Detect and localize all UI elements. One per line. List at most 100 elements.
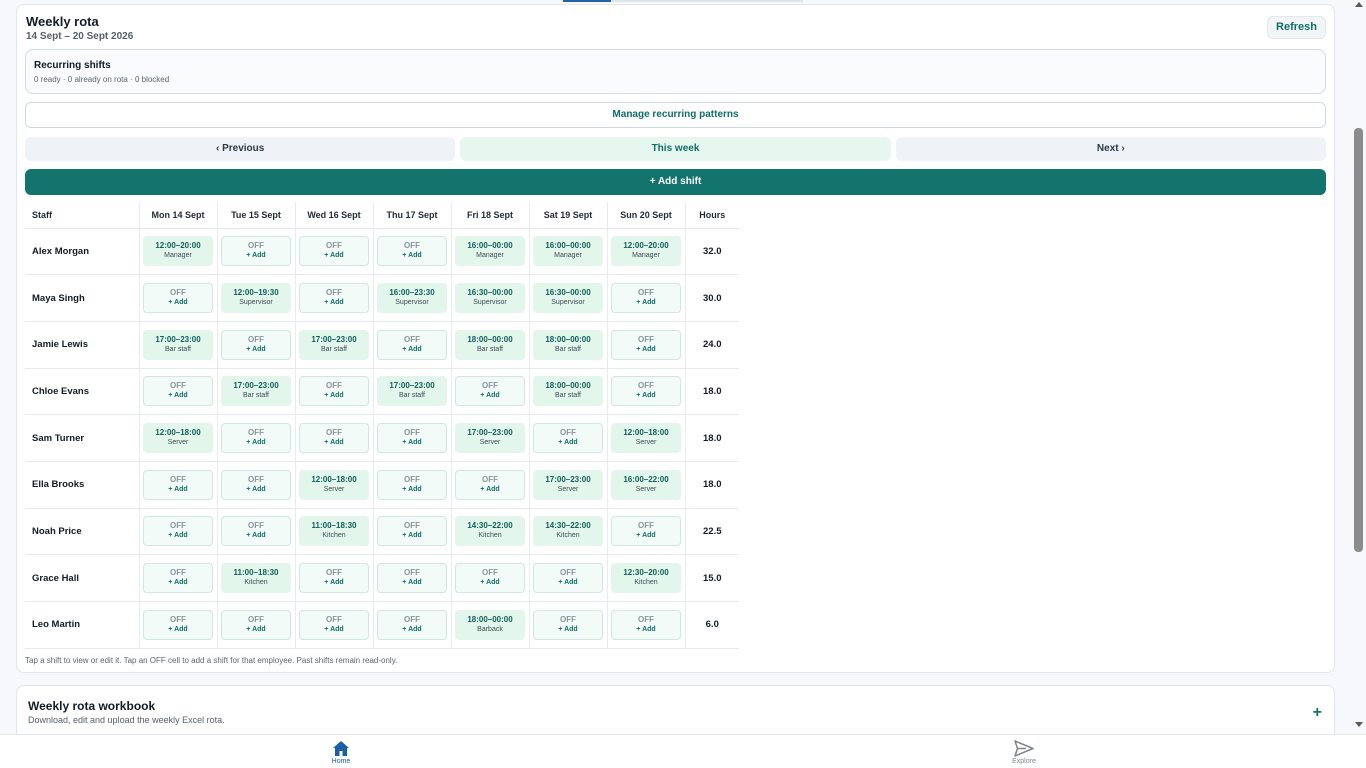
off-cell[interactable]: OFF + Add <box>299 283 369 314</box>
off-cell[interactable]: OFF + Add <box>611 376 681 407</box>
off-cell[interactable]: OFF + Add <box>533 563 603 594</box>
add-shift-label: + Add <box>246 485 266 493</box>
shift-time: 16:30–00:00 <box>467 288 513 298</box>
day-column-header: Mon 14 Sept <box>139 202 218 229</box>
off-cell[interactable]: OFF + Add <box>455 563 525 594</box>
day-cell: OFF + Add <box>373 321 452 369</box>
shift-cell[interactable]: 14:30–22:00 Kitchen <box>455 516 525 547</box>
shift-cell[interactable]: 16:00–00:00 Manager <box>455 236 525 267</box>
shift-cell[interactable]: 12:00–18:00 Server <box>299 469 369 500</box>
add-shift-label: + Add <box>246 439 266 447</box>
off-cell[interactable]: OFF + Add <box>377 516 447 547</box>
off-cell[interactable]: OFF + Add <box>143 563 213 594</box>
shift-cell[interactable]: 16:30–00:00 Supervisor <box>533 283 603 314</box>
off-cell[interactable]: OFF + Add <box>221 236 291 267</box>
shift-cell[interactable]: 17:00–23:00 Bar staff <box>377 376 447 407</box>
off-label: OFF <box>482 381 498 391</box>
day-cell: OFF + Add <box>295 228 374 276</box>
help-text: Tap a shift to view or edit it. Tap an O… <box>25 656 398 665</box>
shift-time: 16:00–22:00 <box>623 474 669 484</box>
staff-name: Noah Price <box>25 508 140 556</box>
day-cell: OFF + Add <box>529 414 608 462</box>
off-cell[interactable]: OFF + Add <box>299 563 369 594</box>
shift-cell[interactable]: 16:00–22:00 Server <box>611 469 681 500</box>
shift-cell[interactable]: 18:00–00:00 Bar staff <box>533 376 603 407</box>
add-shift-label: + Add <box>402 485 422 493</box>
rota-table: Staff Mon 14 Sept Tue 15 Sept Wed 16 Sep… <box>25 202 739 649</box>
shift-cell[interactable]: 18:00–00:00 Bar staff <box>455 329 525 360</box>
off-cell[interactable]: OFF + Add <box>221 423 291 454</box>
add-shift-label: + Add <box>402 579 422 587</box>
shift-cell[interactable]: 18:00–00:00 Barback <box>455 609 525 640</box>
manage-recurring-button[interactable]: Manage recurring patterns <box>25 102 1326 128</box>
shift-role: Server <box>557 485 579 493</box>
off-cell[interactable]: OFF + Add <box>611 609 681 640</box>
nav-explore[interactable]: Explore <box>994 740 1054 765</box>
off-cell[interactable]: OFF + Add <box>611 329 681 360</box>
shift-cell[interactable]: 18:00–00:00 Bar staff <box>533 329 603 360</box>
off-cell[interactable]: OFF + Add <box>221 469 291 500</box>
off-cell[interactable]: OFF + Add <box>533 423 603 454</box>
shift-cell[interactable]: 16:30–00:00 Supervisor <box>455 283 525 314</box>
shift-cell[interactable]: 12:00–18:00 Server <box>611 423 681 454</box>
off-cell[interactable]: OFF + Add <box>377 329 447 360</box>
off-cell[interactable]: OFF + Add <box>143 469 213 500</box>
shift-role: Supervisor <box>239 299 273 307</box>
shift-cell[interactable]: 17:00–23:00 Bar staff <box>221 376 291 407</box>
add-shift-label: + Add <box>168 532 188 540</box>
day-cell: 17:00–23:00 Server <box>529 461 608 509</box>
off-cell[interactable]: OFF + Add <box>377 609 447 640</box>
off-cell[interactable]: OFF + Add <box>143 283 213 314</box>
add-shift-button[interactable]: + Add shift <box>25 169 1326 195</box>
shift-cell[interactable]: 12:00–19:30 Supervisor <box>221 283 291 314</box>
day-cell: OFF + Add <box>607 274 686 322</box>
shift-cell[interactable]: 16:00–00:00 Manager <box>533 236 603 267</box>
expand-plus-icon[interactable]: + <box>1313 705 1322 721</box>
off-cell[interactable]: OFF + Add <box>143 376 213 407</box>
off-cell[interactable]: OFF + Add <box>455 469 525 500</box>
day-cell: 18:00–00:00 Bar staff <box>529 321 608 369</box>
scroll-up-arrow-icon[interactable] <box>1355 2 1363 7</box>
off-cell[interactable]: OFF + Add <box>611 283 681 314</box>
scrollbar-thumb[interactable] <box>1354 128 1363 552</box>
off-cell[interactable]: OFF + Add <box>533 609 603 640</box>
off-cell[interactable]: OFF + Add <box>221 329 291 360</box>
off-cell[interactable]: OFF + Add <box>143 516 213 547</box>
shift-cell[interactable]: 12:00–18:00 Server <box>143 423 213 454</box>
shift-cell[interactable]: 12:00–20:00 Manager <box>143 236 213 267</box>
off-cell[interactable]: OFF + Add <box>377 563 447 594</box>
off-cell[interactable]: OFF + Add <box>143 609 213 640</box>
shift-cell[interactable]: 12:30–20:00 Kitchen <box>611 563 681 594</box>
shift-cell[interactable]: 17:00–23:00 Server <box>455 423 525 454</box>
shift-role: Supervisor <box>395 299 429 307</box>
shift-cell[interactable]: 17:00–23:00 Bar staff <box>299 329 369 360</box>
shift-cell[interactable]: 17:00–23:00 Bar staff <box>143 329 213 360</box>
next-week-button[interactable]: Next › <box>895 137 1326 161</box>
off-cell[interactable]: OFF + Add <box>611 516 681 547</box>
off-cell[interactable]: OFF + Add <box>299 609 369 640</box>
shift-cell[interactable]: 14:30–22:00 Kitchen <box>533 516 603 547</box>
off-cell[interactable]: OFF + Add <box>455 376 525 407</box>
shift-cell[interactable]: 11:00–18:30 Kitchen <box>221 563 291 594</box>
off-cell[interactable]: OFF + Add <box>377 236 447 267</box>
nav-home[interactable]: Home <box>311 740 371 765</box>
off-cell[interactable]: OFF + Add <box>221 516 291 547</box>
shift-cell[interactable]: 12:00–20:00 Manager <box>611 236 681 267</box>
shift-time: 12:30–20:00 <box>623 568 669 578</box>
shift-cell[interactable]: 11:00–18:30 Kitchen <box>299 516 369 547</box>
scroll-down-arrow-icon[interactable] <box>1355 722 1363 727</box>
shift-cell[interactable]: 16:00–23:30 Supervisor <box>377 283 447 314</box>
add-shift-label: + Add <box>402 345 422 353</box>
off-cell[interactable]: OFF + Add <box>299 236 369 267</box>
off-cell[interactable]: OFF + Add <box>221 609 291 640</box>
off-cell[interactable]: OFF + Add <box>377 423 447 454</box>
off-cell[interactable]: OFF + Add <box>377 469 447 500</box>
refresh-button[interactable]: Refresh <box>1267 16 1326 39</box>
off-cell[interactable]: OFF + Add <box>299 376 369 407</box>
off-cell[interactable]: OFF + Add <box>299 423 369 454</box>
this-week-button[interactable]: This week <box>460 137 891 161</box>
shift-cell[interactable]: 17:00–23:00 Server <box>533 469 603 500</box>
day-cell: 17:00–23:00 Bar staff <box>217 368 296 416</box>
scrollbar[interactable] <box>1352 0 1366 734</box>
previous-week-button[interactable]: ‹ Previous <box>25 137 456 161</box>
